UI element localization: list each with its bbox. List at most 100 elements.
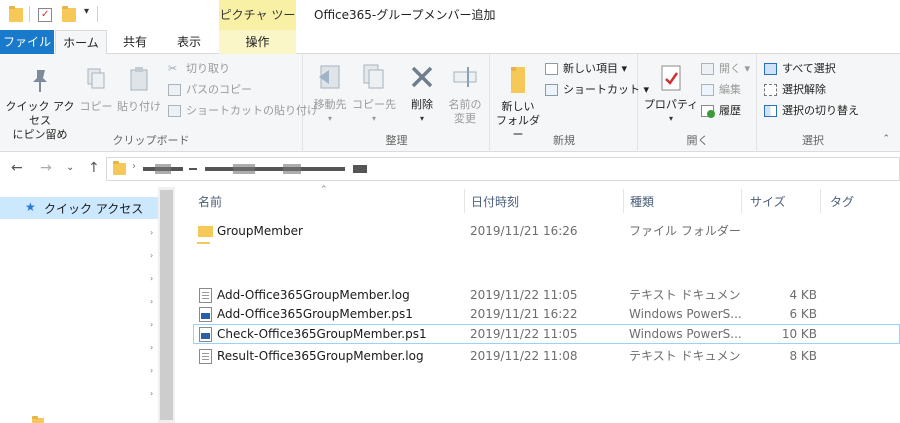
expand-arrow-icon[interactable]: ›: [150, 251, 153, 260]
navigation-pane: [0, 187, 175, 423]
column-divider[interactable]: [464, 189, 465, 213]
expand-arrow-icon[interactable]: ›: [150, 343, 153, 352]
delete-button[interactable]: 削除 ▾: [402, 62, 442, 126]
expand-arrow-icon[interactable]: ›: [150, 228, 153, 237]
folder-underline: [197, 242, 210, 244]
pin-icon: [33, 70, 47, 92]
recent-locations-button[interactable]: ⌄: [66, 162, 74, 173]
shortcut-icon: [545, 84, 558, 96]
invert-selection-icon: [764, 105, 777, 117]
tab-manage[interactable]: 操作: [219, 30, 296, 54]
expand-arrow-icon[interactable]: ›: [150, 320, 153, 329]
clipboard-group-label: クリップボード: [112, 134, 190, 147]
column-header-date[interactable]: 日付時刻: [471, 193, 519, 211]
file-type: テキスト ドキュメント: [629, 288, 744, 302]
folder-icon: [9, 6, 23, 22]
file-name: Add-Office365GroupMember.ps1: [217, 307, 413, 321]
back-button[interactable]: ←: [11, 160, 23, 176]
file-type: Windows PowerS...: [629, 307, 742, 321]
tab-file[interactable]: ファイル: [0, 30, 54, 54]
file-date: 2019/11/21 16:26: [470, 224, 578, 238]
open-button[interactable]: 開く ▾: [701, 60, 750, 78]
column-header-name[interactable]: 名前: [198, 193, 222, 211]
copy-path-label: パスのコピー: [186, 83, 252, 96]
ribbon-tabs: ファイル ホーム 共有 表示 操作: [0, 30, 900, 55]
file-name: GroupMember: [217, 224, 303, 238]
folder-icon: [198, 226, 213, 237]
scissors-icon: ✂: [168, 62, 178, 75]
expand-arrow-icon[interactable]: ›: [150, 366, 153, 375]
folder-icon: [113, 161, 126, 175]
select-none-button[interactable]: 選択解除: [764, 81, 826, 99]
history-label: 履歴: [719, 104, 741, 117]
new-item-label: 新しい項目 ▾: [563, 62, 628, 75]
column-header-size[interactable]: サイズ: [750, 193, 786, 211]
column-divider[interactable]: [741, 189, 742, 213]
tab-home[interactable]: ホーム: [55, 30, 107, 55]
clipboard-group: クイック アクセス にピン留め コピー 貼り付け ✂ 切り取り パスのコピー シ…: [0, 54, 318, 152]
collapse-ribbon-icon[interactable]: ⌃: [882, 134, 890, 144]
organize-group-label: 整理: [385, 134, 408, 147]
expand-arrow-icon[interactable]: ›: [150, 297, 153, 306]
column-header-tags[interactable]: タグ: [830, 193, 854, 211]
column-divider[interactable]: [623, 189, 624, 213]
file-row-folder[interactable]: GroupMember 2019/11/21 16:26 ファイル フォルダー: [193, 221, 900, 241]
new-item-button[interactable]: 新しい項目 ▾: [545, 60, 627, 78]
easy-access-button[interactable]: ショートカット ▾: [545, 81, 649, 99]
properties-button[interactable]: プロパティ ▾: [643, 62, 699, 126]
copy-to-button[interactable]: コピー先 ▾: [352, 62, 396, 126]
select-all-button[interactable]: すべて選択: [764, 60, 836, 78]
up-button[interactable]: ↑: [88, 160, 100, 176]
pin-quick-access-button[interactable]: クイック アクセス にピン留め: [4, 66, 76, 142]
open-group: プロパティ ▾ 開く ▾ 編集 履歴 開く: [639, 54, 757, 152]
file-size: 8 KB: [789, 349, 817, 363]
nav-item-quick-access[interactable]: ★ クイック アクセス: [0, 197, 158, 219]
nav-scrollbar-thumb[interactable]: [160, 190, 173, 420]
tab-share[interactable]: 共有: [109, 30, 161, 54]
new-folder-button[interactable]: 新しい フォルダー: [495, 62, 541, 142]
invert-selection-button[interactable]: 選択の切り替え: [764, 102, 859, 120]
rename-button[interactable]: 名前の 変更: [442, 62, 488, 126]
file-date: 2019/11/22 11:08: [470, 349, 578, 363]
address-bar[interactable]: ›: [106, 157, 900, 181]
divider: [97, 6, 98, 22]
file-row[interactable]: Add-Office365GroupMember.log 2019/11/22 …: [193, 285, 900, 305]
title-bar: ✓ ▾ ピクチャ ツール Office365-グループメンバー追加: [0, 0, 900, 52]
open-icon: [701, 63, 714, 75]
history-button[interactable]: 履歴: [701, 102, 741, 120]
new-folder-icon[interactable]: [62, 6, 76, 22]
move-to-button[interactable]: 移動先 ▾: [308, 62, 352, 126]
nav-item-label: クイック アクセス: [44, 202, 144, 216]
file-type: Windows PowerS...: [629, 327, 742, 341]
properties-icon[interactable]: ✓: [38, 8, 52, 22]
copy-path-button[interactable]: パスのコピー: [168, 81, 252, 99]
expand-arrow-icon[interactable]: ›: [150, 389, 153, 398]
history-icon: [701, 105, 715, 118]
file-row[interactable]: Result-Office365GroupMember.log 2019/11/…: [193, 346, 900, 366]
file-row-selected[interactable]: Check-Office365GroupMember.ps1 2019/11/2…: [193, 324, 900, 344]
column-divider[interactable]: [820, 189, 821, 213]
organize-group: 移動先 ▾ コピー先 ▾ 削除 ▾ 名前の 変更 整理: [304, 54, 490, 152]
powershell-file-icon: [199, 307, 212, 322]
paste-button[interactable]: 貼り付け: [116, 66, 162, 114]
new-folder-icon: [511, 67, 525, 93]
forward-button[interactable]: →: [40, 160, 52, 176]
properties-label: プロパティ: [643, 98, 699, 111]
window-title: Office365-グループメンバー追加: [314, 8, 496, 22]
ribbon: クイック アクセス にピン留め コピー 貼り付け ✂ 切り取り パスのコピー シ…: [0, 54, 900, 152]
paste-shortcut-button[interactable]: ショートカットの貼り付け: [168, 102, 318, 120]
edit-button[interactable]: 編集: [701, 81, 741, 99]
copy-to-icon: [363, 64, 384, 89]
file-row[interactable]: Add-Office365GroupMember.ps1 2019/11/21 …: [193, 304, 900, 324]
expand-arrow-icon[interactable]: ›: [150, 274, 153, 283]
customize-quick-access-icon[interactable]: ▾: [84, 6, 89, 17]
select-none-icon: [764, 84, 777, 96]
divider: [29, 6, 30, 22]
cut-button[interactable]: ✂ 切り取り: [168, 60, 230, 78]
file-date: 2019/11/21 16:22: [470, 307, 578, 321]
column-header-type[interactable]: 種類: [630, 193, 654, 211]
rename-icon: [453, 67, 477, 87]
tab-view[interactable]: 表示: [163, 30, 215, 54]
copy-button[interactable]: コピー: [78, 66, 114, 114]
star-icon: ★: [25, 200, 36, 214]
